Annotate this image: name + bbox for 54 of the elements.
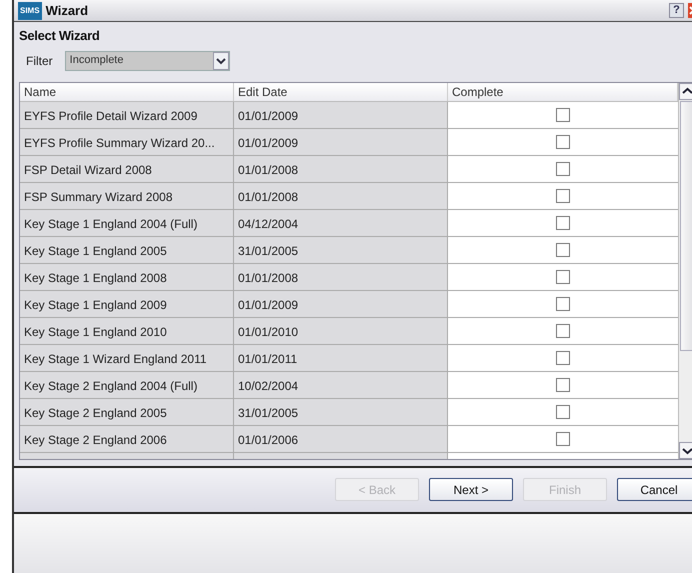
page-heading: Select Wizard [19,27,101,45]
table-cell: Key Stage 2 England 2004 (Full) [20,372,234,398]
table-row[interactable]: FSP Summary Wizard 2008 01/01/2008 [20,182,678,210]
filter-label: Filter [26,52,53,70]
scroll-thumb[interactable] [680,100,692,350]
window-title: Wizard [46,2,88,20]
checkbox[interactable] [556,324,570,338]
checkbox[interactable] [556,216,570,230]
table-row[interactable]: Key Stage 1 England 2005 31/01/2005 [20,236,678,264]
table-cell: FSP Detail Wizard 2008 [20,156,234,182]
table-row[interactable]: Key Stage 1 England 2010 01/01/2010 [20,318,678,344]
table-cell: Key Stage 1 England 2010 [20,318,234,344]
table-cell: Key Stage 1 Wizard England 2011 [20,344,234,370]
app-logo: SIMS [18,2,42,20]
column-header[interactable]: Name [20,82,234,100]
checkbox[interactable] [556,404,570,418]
table-cell: Key Stage 1 England 2008 [20,264,234,290]
table-cell: Key Stage 1 England 2004 (Full) [20,210,234,236]
table-cell: FSP Summary Wizard 2008 [20,182,234,208]
chevron-up-icon[interactable] [679,82,692,100]
checkbox[interactable] [556,242,570,256]
column-header[interactable]: Edit Date [234,82,448,100]
checkbox[interactable] [556,162,570,176]
help-button[interactable]: ? [669,3,684,18]
table-cell: Key Stage 1 England 2009 [20,290,234,316]
checkbox[interactable] [556,432,570,446]
chevron-down-icon[interactable] [679,442,692,458]
checkbox[interactable] [556,378,570,392]
table-cell: Key Stage 2 England 2005 [20,398,234,424]
table-row[interactable]: Key Stage 2 England 2006 01/01/2006 [20,426,678,452]
table-cell: EYFS Profile Summary Wizard 20... [20,128,234,154]
checkbox[interactable] [556,108,570,122]
checkbox[interactable] [556,134,570,148]
table-row[interactable]: FSP Detail Wizard 2008 01/01/2008 [20,156,678,182]
table-row[interactable]: Key Stage 1 England 2009 01/01/2009 [20,290,678,318]
checkbox[interactable] [556,270,570,284]
checkbox[interactable] [556,296,570,310]
table-row[interactable]: Key Stage 2 England 2004 (Full) 10/02/2004 [20,372,678,398]
scrollbar[interactable] [678,82,692,458]
table-row[interactable]: EYFS Profile Summary Wizard 20... 01/01/2009 [20,128,678,156]
table-cell: Key Stage 2 England 2006 [20,426,234,452]
table-row[interactable]: EYFS Profile Detail Wizard 2009 01/01/2009 [20,102,678,128]
table-row[interactable]: Key Stage 1 England 2004 (Full) 04/12/2004 [20,210,678,236]
table-row[interactable]: Key Stage 1 England 2008 01/01/2008 [20,264,678,290]
filter-dropdown[interactable]: Incomplete [64,50,230,70]
table-cell: Key Stage 1 England 2005 [20,236,234,262]
checkbox[interactable] [556,350,570,364]
wizard-button[interactable]: Next > [429,478,513,501]
checkbox[interactable] [556,188,570,202]
table-cell: EYFS Profile Detail Wizard 2009 [20,102,234,128]
table-row[interactable]: Key Stage 2 England 2005 31/01/2005 [20,398,678,426]
wizard-button[interactable]: Cancel [617,478,692,501]
chevron-down-icon [212,52,229,70]
table-row[interactable]: Key Stage 1 Wizard England 2011 01/01/2011 [20,344,678,372]
